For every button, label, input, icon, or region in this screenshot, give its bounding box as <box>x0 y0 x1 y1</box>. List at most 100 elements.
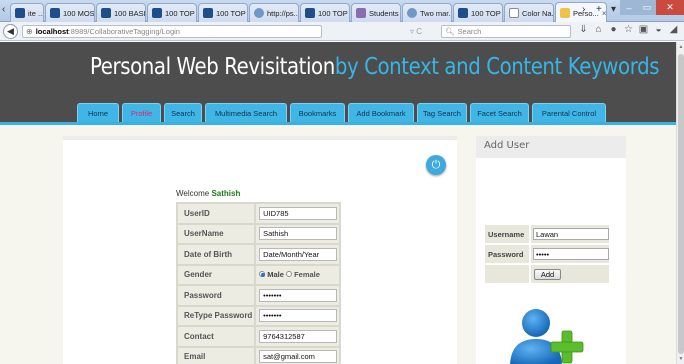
add-user-button[interactable]: Add <box>534 268 561 280</box>
navigation-toolbar: ◀ ⊕ localhost:8989/CollaborativeTagging/… <box>0 22 684 41</box>
username-label: UserName <box>178 224 255 243</box>
retype-password-field[interactable]: ••••••• <box>259 309 338 323</box>
welcome-username: Sathish <box>211 189 241 198</box>
tab-favicon-icon <box>356 8 366 18</box>
profile-form-table: UserID UID785 UserName Sathish Date of B… <box>176 202 341 364</box>
tab-label: 100 TOP ... <box>318 8 349 18</box>
menu-underline <box>0 122 676 125</box>
dob-label: Date of Birth <box>178 245 255 264</box>
minimize-button[interactable]: ‒ <box>620 0 638 15</box>
browser-tab[interactable]: ite ... <box>10 3 44 22</box>
tab-favicon-icon <box>203 8 213 18</box>
dob-field[interactable]: Date/Month/Year <box>259 247 338 261</box>
userid-label: UserID <box>178 204 255 223</box>
clipboard-icon[interactable]: ▣ <box>636 24 651 35</box>
add-user-username-input[interactable]: Lawan <box>533 228 609 240</box>
browser-tab[interactable]: Students ... <box>351 3 401 22</box>
tab-favicon-icon <box>50 8 60 18</box>
chat-icon[interactable]: ● <box>606 24 621 35</box>
menu-item-add-bookmark[interactable]: Add Bookmark <box>348 103 414 122</box>
password-field[interactable]: ••••••• <box>259 288 338 302</box>
close-window-button[interactable]: ✕ <box>656 0 684 15</box>
table-row: Email sat@gmail.com <box>178 347 339 364</box>
main-menu: Home Profile Search Multimedia Search Bookma… <box>77 103 609 122</box>
url-host: localhost <box>35 27 69 36</box>
gender-male-radio[interactable] <box>259 271 266 278</box>
tab-label: 100 TOP ... <box>165 8 196 18</box>
tab-label: Students ... <box>369 8 400 18</box>
home-icon[interactable]: ⌂ <box>591 24 606 35</box>
email-field[interactable]: sat@gmail.com <box>259 350 338 364</box>
browser-tab[interactable]: Two mar... <box>402 3 452 22</box>
browser-tab[interactable]: 100 MOS... <box>45 3 95 22</box>
menu-item-bookmarks[interactable]: Bookmarks <box>290 103 345 122</box>
scroll-thumb[interactable] <box>678 54 684 354</box>
scroll-up-arrow-icon[interactable]: ▲ <box>677 44 684 50</box>
gender-female-radio[interactable] <box>285 271 292 278</box>
tab-label: 100 BASI... <box>114 8 146 18</box>
tab-scroll-right-icon[interactable]: › <box>582 4 585 15</box>
back-button[interactable]: ◀ <box>3 24 18 39</box>
contact-label: Contact <box>178 327 255 346</box>
site-title: Personal Web Revisitationby Context and … <box>90 54 660 80</box>
tab-list-icon[interactable]: ▾ <box>611 4 616 15</box>
reload-icon[interactable]: ▿ C <box>410 27 422 36</box>
username-field[interactable]: Sathish <box>259 227 338 241</box>
browser-tab[interactable]: 100 TOP ... <box>147 3 197 22</box>
tab-label: Perso... <box>573 8 599 18</box>
menu-item-profile[interactable]: Profile <box>122 103 161 122</box>
table-row: ReType Password ••••••• <box>178 306 339 325</box>
add-user-password-input[interactable]: ••••• <box>533 248 609 260</box>
page-scrollbar[interactable]: ▲ ▼ <box>676 42 684 364</box>
menu-item-tag-search[interactable]: Tag Search <box>417 103 467 122</box>
scroll-down-arrow-icon[interactable]: ▼ <box>677 356 684 362</box>
menu-item-multimedia-search[interactable]: Multimedia Search <box>205 103 287 122</box>
add-user-form: Username Lawan Password ••••• Add <box>483 223 611 285</box>
send-icon[interactable]: ◢ <box>666 24 681 35</box>
welcome-message: Welcome Sathish <box>176 189 240 198</box>
tab-label: 100 TOP ... <box>471 8 502 18</box>
browser-tab[interactable]: 100 TOP ... <box>453 3 503 22</box>
tab-label: Two mar... <box>420 8 452 18</box>
tab-favicon-icon <box>152 8 162 18</box>
pocket-icon[interactable]: ◒ <box>651 24 666 35</box>
tab-favicon-icon <box>458 8 468 18</box>
table-row: Contact 9764312587 <box>178 327 339 346</box>
menu-item-search[interactable]: Search <box>164 103 202 122</box>
search-input[interactable]: 🔍︎ Search <box>441 25 571 38</box>
tab-label: http://ps... <box>267 8 299 18</box>
tab-favicon-icon <box>407 8 417 18</box>
page-viewport: Personal Web Revisitationby Context and … <box>0 42 676 364</box>
bookmark-star-icon[interactable]: ☆ <box>621 24 636 35</box>
maximize-button[interactable]: ▭ <box>638 0 656 15</box>
tab-scroll-left-icon[interactable]: ‹ <box>2 4 5 15</box>
menu-item-home[interactable]: Home <box>77 103 119 122</box>
table-row: Password ••••• <box>485 245 609 263</box>
contact-field[interactable]: 9764312587 <box>259 329 338 343</box>
url-field[interactable]: ⊕ localhost:8989/CollaborativeTagging/Lo… <box>22 25 322 38</box>
search-icon: 🔍︎ <box>445 27 455 36</box>
gender-label: Gender <box>178 265 255 284</box>
tab-favicon-icon <box>254 8 264 18</box>
browser-tab[interactable]: 100 BASI... <box>96 3 146 22</box>
browser-tab[interactable]: http://ps... <box>249 3 299 22</box>
tab-favicon-icon <box>101 8 111 18</box>
download-icon[interactable]: ⇓ <box>576 24 591 35</box>
tab-favicon-icon <box>560 8 570 18</box>
userid-field[interactable]: UID785 <box>259 206 338 220</box>
table-row: Gender Male Female <box>178 265 339 284</box>
browser-tab[interactable]: Color Na... <box>504 3 554 22</box>
browser-tab[interactable]: 100 TOP ... <box>198 3 248 22</box>
gender-female-label: Female <box>294 270 320 280</box>
add-user-title: Add User <box>484 140 530 151</box>
email-label: Email <box>178 347 255 364</box>
browser-tab[interactable]: 100 TOP ... <box>300 3 350 22</box>
logout-power-icon[interactable]: ⏻ <box>426 155 446 175</box>
menu-item-facet-search[interactable]: Facet Search <box>470 103 529 122</box>
retype-password-label: ReType Password <box>178 306 255 325</box>
url-path: :8989/CollaborativeTagging/Login <box>68 27 180 36</box>
menu-item-parental-control[interactable]: Parental Control <box>532 103 606 122</box>
tab-close-icon[interactable]: × <box>602 9 606 18</box>
globe-icon: ⊕ <box>26 27 33 36</box>
new-tab-button[interactable]: + <box>596 4 602 15</box>
